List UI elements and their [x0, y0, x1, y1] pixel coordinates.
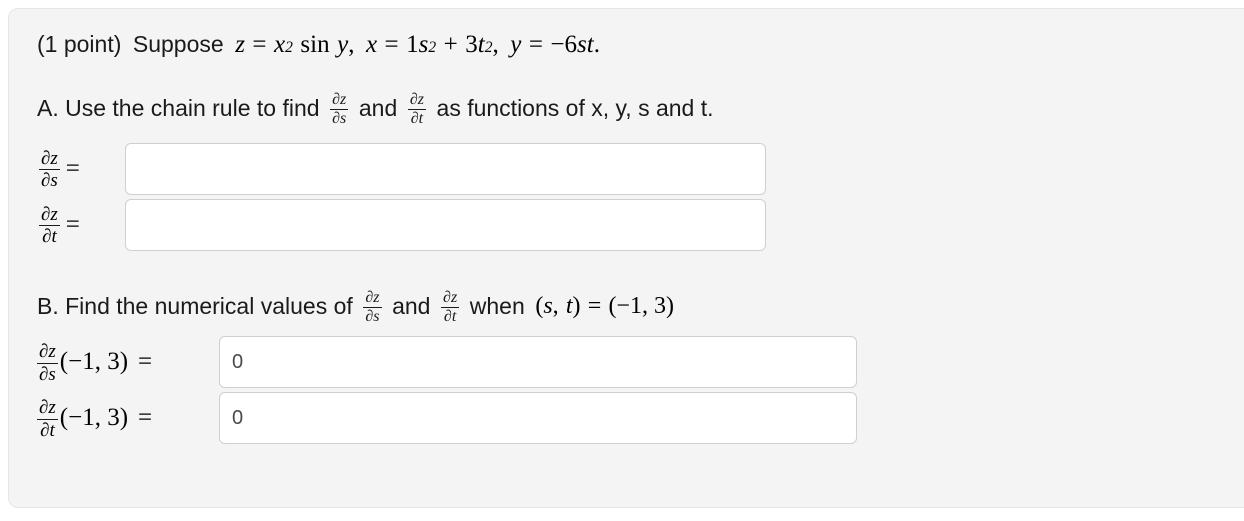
part-b-heading: B. Find the numerical values of ∂z ∂s an… [37, 289, 1244, 325]
frac-numerator: ∂z [39, 341, 56, 363]
equals-sign: = [65, 210, 80, 238]
part-a-heading-prefix: A. Use the chain rule to find [37, 95, 320, 122]
frac-denominator: ∂s [332, 110, 347, 128]
equals-sign: = [65, 154, 80, 182]
math-equals-3: = [528, 31, 543, 58]
math-x-var: x [274, 31, 286, 58]
part-a-row-dt-label: ∂z ∂t = [39, 203, 125, 248]
math-y-def-t: t [586, 31, 594, 58]
math-sin-func: sin [300, 31, 330, 58]
math-x-def-t: t [477, 31, 485, 58]
points-label: (1 point) [37, 31, 122, 57]
frac-denominator: ∂t [40, 419, 55, 441]
part-a-answer-input-dt[interactable] [125, 198, 766, 251]
part-b-heading-prefix: B. Find the numerical values of [37, 292, 353, 319]
point-t-var: t [565, 293, 573, 320]
math-comma-2: , [492, 31, 499, 58]
part-b-answer-input-dt[interactable] [219, 392, 857, 445]
frac-dz-dt: ∂z ∂t [39, 203, 60, 248]
frac-dz-ds: ∂z ∂s [37, 342, 58, 384]
equals-sign: = [138, 348, 153, 376]
frac-numerator: ∂z [409, 91, 424, 108]
problem-card: (1 point) Suppose z = x2 sin y, x = 1s2 … [8, 8, 1244, 508]
math-x-def-s: s [418, 31, 429, 58]
part-b-heading-conjunction: and [392, 292, 431, 319]
part-a-row-dt: ∂z ∂t = [39, 198, 1244, 251]
math-y-def-var: y [510, 31, 522, 58]
part-b-row-dt-argument: (−1, 3) [59, 404, 129, 432]
part-a-heading-frac-dt: ∂z ∂t [407, 91, 426, 128]
part-a-heading-suffix: as functions of x, y, s and t. [436, 95, 714, 122]
math-y-var: y [337, 31, 349, 58]
point-equals: = [587, 293, 602, 320]
part-b-row-ds-argument: (−1, 3) [59, 348, 129, 376]
math-plus: + [443, 31, 458, 58]
frac-denominator: ∂s [365, 307, 380, 325]
frac-numerator: ∂z [41, 147, 58, 169]
part-a-row-ds-label: ∂z ∂s = [39, 147, 125, 192]
part-a-row-ds: ∂z ∂s = [39, 142, 1244, 195]
frac-numerator: ∂z [332, 91, 347, 108]
part-b-heading-frac-dt: ∂z ∂t [441, 288, 460, 326]
math-y-def-s: s [577, 31, 587, 58]
math-x-def-coeff2: 3 [465, 31, 478, 58]
math-comma-1: , [348, 31, 355, 58]
equals-sign: = [138, 404, 153, 432]
problem-statement: (1 point) Suppose z = x2 sin y, x = 1s2 … [37, 31, 600, 58]
part-b-row-ds-label: ∂z ∂s (−1, 3) = [37, 341, 219, 384]
part-b-row-dt-label: ∂z ∂t (−1, 3) = [37, 397, 219, 440]
part-a-heading-conjunction: and [358, 95, 398, 122]
part-b-row-ds: ∂z ∂s (−1, 3) = [37, 336, 1244, 389]
part-b-heading-frac-ds: ∂z ∂s [363, 288, 382, 326]
point-value: (−1, 3) [608, 293, 674, 320]
math-z-var: z [235, 31, 245, 58]
part-b-heading-point: (s, t) = (−1, 3) [535, 293, 674, 320]
part-b-row-dt: ∂z ∂t (−1, 3) = [37, 392, 1244, 445]
math-x-def-var: x [365, 31, 378, 58]
part-b-answer-input-ds[interactable] [219, 336, 857, 389]
part-b-heading-when: when [469, 292, 525, 319]
math-x-def-coeff: 1 [406, 31, 419, 58]
frac-numerator: ∂z [443, 288, 458, 306]
frac-denominator: ∂s [41, 170, 58, 192]
point-comma: , [552, 293, 559, 320]
part-a-heading-frac-ds: ∂z ∂s [330, 91, 349, 128]
frac-denominator: ∂t [443, 307, 457, 325]
frac-denominator: ∂s [39, 363, 56, 385]
math-equals-2: = [384, 31, 399, 58]
frac-numerator: ∂z [41, 203, 58, 225]
math-equals-1: = [252, 31, 267, 58]
frac-denominator: ∂t [410, 110, 424, 128]
frac-dz-ds: ∂z ∂s [39, 147, 60, 192]
part-a-answer-input-ds[interactable] [125, 142, 766, 195]
math-y-def-coeff: −6 [550, 31, 578, 58]
math-period: . [593, 31, 600, 58]
part-a-heading: A. Use the chain rule to find ∂z ∂s and … [37, 91, 1244, 127]
suppose-word: Suppose [132, 31, 224, 57]
frac-numerator: ∂z [39, 397, 56, 419]
frac-denominator: ∂t [42, 226, 57, 248]
frac-dz-dt: ∂z ∂t [37, 398, 58, 440]
frac-numerator: ∂z [365, 288, 380, 306]
point-s-var: s [543, 293, 553, 320]
problem-card-inner: (1 point) Suppose z = x2 sin y, x = 1s2 … [9, 9, 1244, 445]
